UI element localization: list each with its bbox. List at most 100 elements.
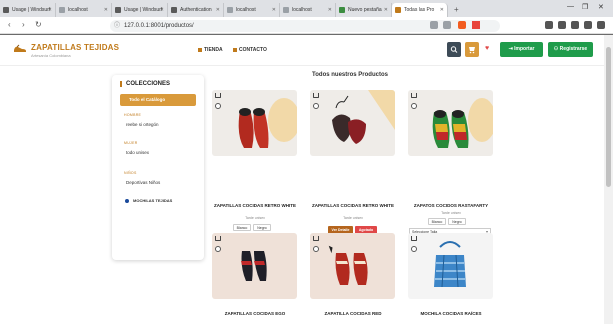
sidebar-item[interactable]: reebe si ortegón	[126, 122, 159, 127]
share-icon[interactable]	[430, 21, 438, 29]
browser-tab-active[interactable]: Todas las Pro ✕	[392, 3, 448, 17]
cart-icon	[469, 47, 475, 54]
heart-icon[interactable]: ♥	[485, 45, 489, 52]
tab-favicon-icon	[171, 7, 177, 13]
search-button[interactable]	[447, 42, 461, 57]
cart-icon[interactable]	[411, 93, 417, 98]
tab-close-icon[interactable]: ✕	[48, 7, 52, 13]
rewards-icon[interactable]	[472, 21, 480, 29]
cart-icon[interactable]	[411, 236, 417, 241]
minimize-button[interactable]: —	[567, 3, 574, 10]
product-name[interactable]: ZAPATILLAS COCIDAS EGO	[210, 311, 300, 317]
sidebar-item[interactable]: MOCHILAS TEJIDAS	[133, 198, 172, 203]
sidebar-item[interactable]: Deportivas Niños	[126, 180, 160, 185]
color-option[interactable]: Negro	[253, 224, 271, 231]
cart-button[interactable]	[465, 42, 479, 57]
favorite-icon[interactable]	[313, 246, 319, 252]
sidebar-category: MUJER	[124, 141, 138, 145]
sidebar-item-all[interactable]: Todo el Catálogo	[120, 94, 196, 106]
shoe-image	[335, 253, 368, 285]
site-info-icon[interactable]: ⓘ	[114, 20, 120, 32]
search-icon	[450, 46, 458, 53]
page-viewport: ZAPATILLAS TEJIDAS Artesanía Colombiana …	[0, 35, 604, 324]
tab-close-icon[interactable]: ✕	[328, 7, 332, 13]
favorite-icon[interactable]	[411, 103, 417, 109]
tab-favicon-icon	[3, 7, 9, 13]
product-image[interactable]	[408, 90, 493, 156]
bag-image	[434, 241, 466, 288]
tab-close-icon[interactable]: ✕	[160, 7, 164, 13]
product-name[interactable]: MOCHILA COCIDAS RAÍCES	[406, 311, 496, 317]
favorite-icon[interactable]	[313, 103, 319, 109]
browser-tab[interactable]: localhost ✕	[224, 3, 280, 17]
cart-icon[interactable]	[313, 236, 319, 241]
product-name[interactable]: ZAPATILLAS COCIDAS RETRO WHITE	[308, 203, 398, 209]
tab-favicon-icon	[339, 7, 345, 13]
wallet-icon[interactable]	[558, 21, 566, 29]
address-bar[interactable]: ⓘ 127.0.0.1:8001/productos/	[110, 20, 500, 32]
color-option[interactable]: Negro	[448, 218, 466, 225]
extensions-icon[interactable]	[571, 21, 579, 29]
maximize-button[interactable]: ❐	[582, 3, 588, 11]
address-url: 127.0.0.1:8001/productos/	[124, 23, 194, 29]
browser-tab[interactable]: Usage | Windsurf ✕	[0, 3, 56, 17]
mail-icon	[233, 47, 237, 52]
tab-close-icon[interactable]: ✕	[216, 7, 220, 13]
color-option[interactable]: Blanco	[233, 224, 251, 231]
shoe-logo-icon[interactable]	[13, 44, 27, 53]
menu-icon[interactable]	[597, 21, 605, 29]
reload-icon[interactable]: ↻	[35, 20, 42, 29]
site-header: ZAPATILLAS TEJIDAS Artesanía Colombiana …	[0, 35, 604, 66]
page-scrollbar[interactable]	[604, 35, 613, 324]
scrollbar-thumb[interactable]	[606, 47, 611, 187]
favorite-icon[interactable]	[215, 103, 221, 109]
collections-sidebar: COLECCIONES Todo el Catálogo HOMBRE reeb…	[112, 75, 204, 260]
tab-close-icon[interactable]: ✕	[272, 7, 276, 13]
tab-close-icon[interactable]: ✕	[104, 7, 108, 13]
nav-contacto[interactable]: CONTACTO	[233, 47, 267, 53]
browser-tab[interactable]: localhost ✕	[280, 3, 336, 17]
browser-tab[interactable]: localhost ✕	[56, 3, 112, 17]
product-subtitle: Tarde unisex	[245, 216, 265, 220]
close-window-button[interactable]: ✕	[598, 3, 604, 11]
sidebar-category: HOMBRE	[124, 113, 142, 117]
sidebar-toggle-icon[interactable]	[545, 21, 553, 29]
products-title: Todos nuestros Productos	[312, 72, 388, 78]
product-name[interactable]: ZAPATILLA COCIDAS RED	[308, 311, 398, 317]
forward-icon[interactable]: ›	[22, 20, 25, 29]
cart-icon[interactable]	[313, 93, 319, 98]
product-image[interactable]	[310, 90, 395, 156]
shoe-image	[241, 251, 267, 281]
tab-close-icon[interactable]: ✕	[440, 7, 444, 13]
register-button[interactable]: ⚇ Registrarse	[548, 42, 593, 57]
sidebar-item[interactable]: todo unisex	[126, 150, 149, 155]
product-image[interactable]	[310, 233, 395, 299]
product-name[interactable]: ZAPATOS COCIDOS RASTAFARTY	[406, 203, 496, 209]
tab-favicon-icon	[283, 7, 289, 13]
browser-toolbar: ‹ › ↻ ⓘ 127.0.0.1:8001/productos/	[0, 17, 613, 34]
favorite-icon[interactable]	[411, 246, 417, 252]
import-button[interactable]: ⇥ Importar	[500, 42, 543, 57]
cart-icon[interactable]	[215, 93, 221, 98]
favorite-icon[interactable]	[215, 246, 221, 252]
browser-tab[interactable]: Nuevo pestaña ✕	[336, 3, 392, 17]
tab-favicon-icon	[395, 7, 401, 13]
product-image[interactable]	[212, 233, 297, 299]
tab-close-icon[interactable]: ✕	[384, 7, 388, 13]
product-image[interactable]	[212, 90, 297, 156]
back-icon[interactable]: ‹	[8, 20, 11, 29]
brand-name[interactable]: ZAPATILLAS TEJIDAS	[31, 43, 119, 52]
color-option[interactable]: Blanco	[428, 218, 446, 225]
bookmark-icon[interactable]	[443, 21, 451, 29]
brave-shield-icon[interactable]	[458, 21, 466, 29]
new-tab-button[interactable]: +	[448, 3, 465, 17]
browser-tab[interactable]: Authentication ✕	[168, 3, 224, 17]
product-image[interactable]	[408, 233, 493, 299]
cart-icon[interactable]	[215, 236, 221, 241]
tab-favicon-icon	[115, 7, 121, 13]
tab-favicon-icon	[227, 7, 233, 13]
browser-tab[interactable]: Usage | Windsurf ✕	[112, 3, 168, 17]
vpn-icon[interactable]	[584, 21, 592, 29]
product-name[interactable]: ZAPATILLAS COCIDAS RETRO WHITE	[210, 203, 300, 209]
nav-tienda[interactable]: TIENDA	[198, 47, 223, 53]
